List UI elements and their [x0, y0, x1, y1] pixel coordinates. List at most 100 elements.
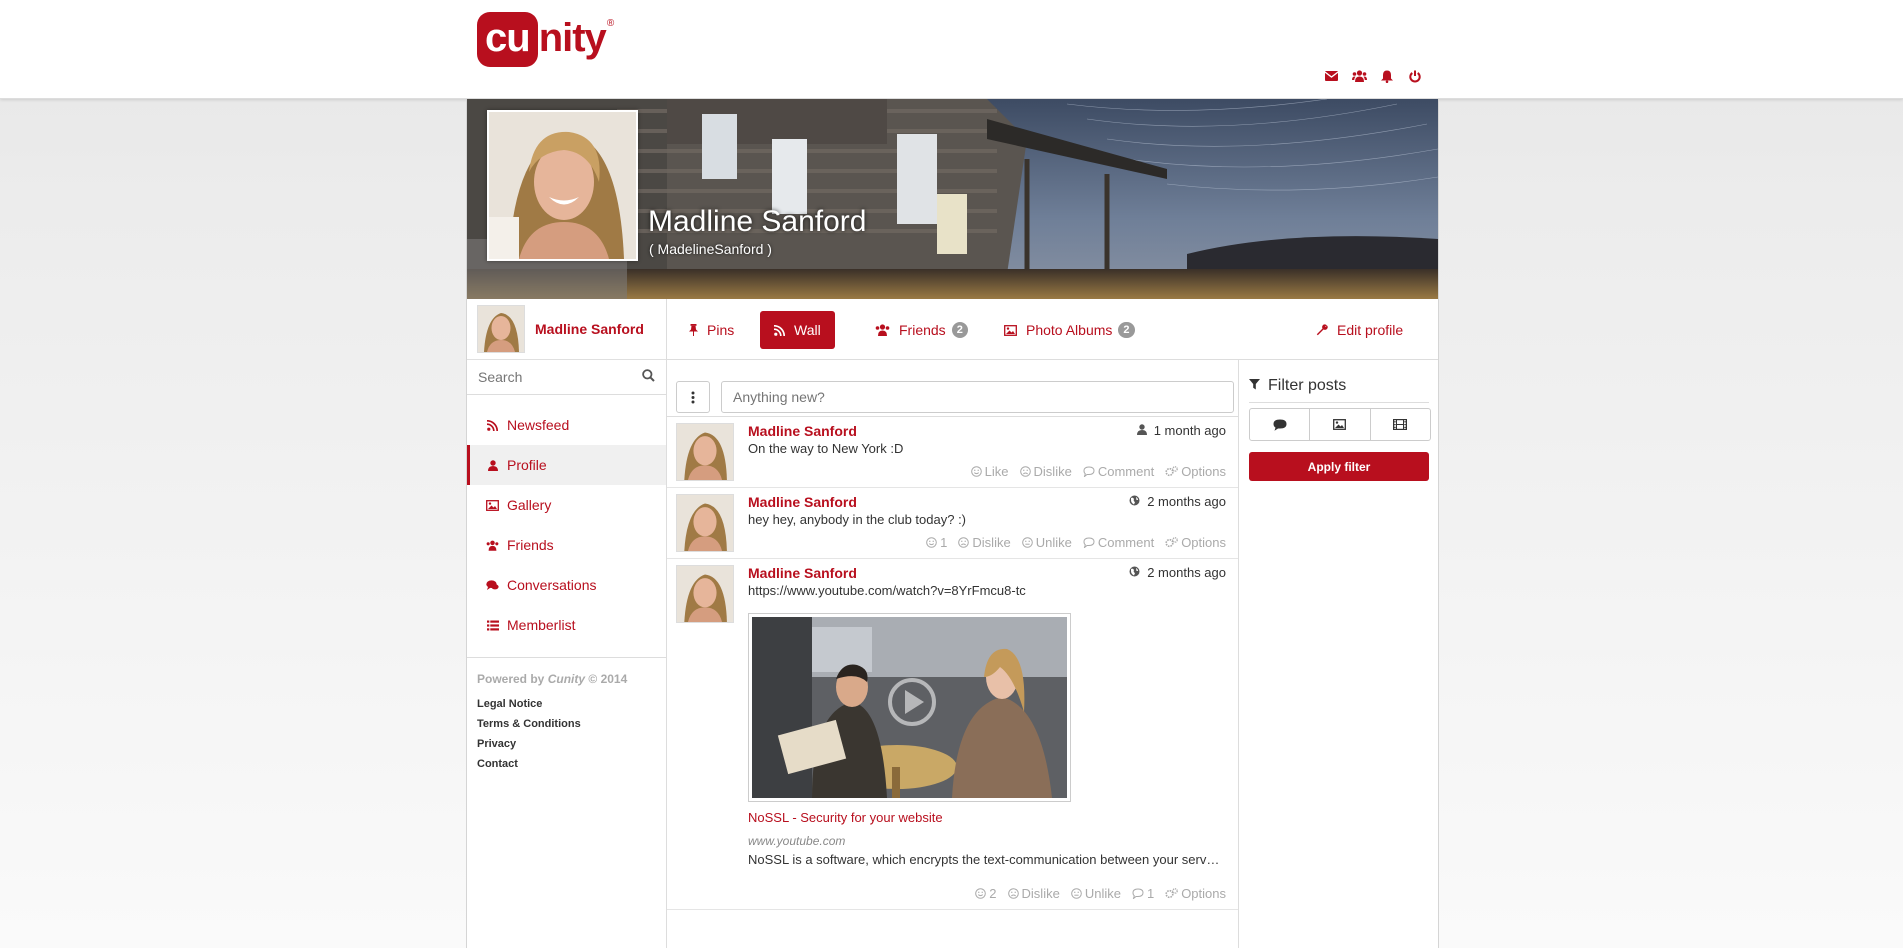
avatar[interactable] — [676, 423, 734, 481]
search-icon[interactable] — [642, 369, 655, 385]
header-icons — [1322, 68, 1424, 84]
filter-text-posts-button[interactable] — [1250, 409, 1311, 440]
smile-icon — [975, 888, 987, 899]
tab-friends[interactable]: Friends 2 — [861, 311, 982, 349]
avatar[interactable] — [676, 494, 734, 552]
post-author[interactable]: Madline Sanford — [748, 494, 857, 510]
profile-photo[interactable] — [487, 110, 638, 261]
dislike-button[interactable]: Dislike — [1007, 886, 1060, 901]
sidebar-user-name[interactable]: Madline Sanford — [535, 321, 644, 337]
dislike-button[interactable]: Dislike — [958, 535, 1011, 550]
filter-image-posts-button[interactable] — [1310, 409, 1371, 440]
comment-button[interactable]: Comment — [1083, 464, 1154, 479]
composer-options-button[interactable] — [676, 381, 710, 413]
logo-registered: ® — [606, 18, 615, 29]
video-thumbnail[interactable] — [748, 613, 1071, 802]
smile-icon — [926, 537, 937, 548]
gears-icon — [1165, 537, 1179, 548]
avatar[interactable] — [676, 565, 734, 623]
tab-pins[interactable]: Pins — [675, 311, 748, 349]
users-icon[interactable] — [1350, 68, 1368, 84]
frown-icon — [958, 537, 970, 548]
sidebar-item-friends[interactable]: Friends — [467, 525, 666, 565]
dislike-label: Dislike — [1021, 886, 1060, 901]
filter-video-posts-button[interactable] — [1371, 409, 1430, 440]
envelope-icon[interactable] — [1322, 68, 1340, 84]
ellipsis-vertical-icon — [691, 391, 695, 403]
wall-feed: Madline Sanford 1 month ago On the way t… — [667, 360, 1239, 948]
post-input[interactable] — [721, 381, 1234, 413]
sidebar-item-profile[interactable]: Profile — [467, 445, 666, 485]
comment-button[interactable]: Comment — [1083, 535, 1154, 550]
dislike-button[interactable]: Dislike — [1019, 464, 1072, 479]
sidebar-user[interactable]: Madline Sanford — [467, 299, 666, 360]
options-label: Options — [1181, 886, 1226, 901]
bell-icon[interactable] — [1378, 68, 1396, 84]
sidebar-item-gallery[interactable]: Gallery — [467, 485, 666, 525]
post-actions: Like Dislike Comment Options — [970, 464, 1226, 479]
options-button[interactable]: Options — [1165, 886, 1226, 901]
tab-wall[interactable]: Wall — [760, 311, 835, 349]
video-preview[interactable] — [752, 617, 1067, 798]
list-icon — [486, 620, 499, 631]
comments-icon — [486, 579, 499, 591]
video-site: www.youtube.com — [748, 834, 846, 848]
likes-count[interactable]: 2 — [975, 886, 997, 901]
power-icon[interactable] — [1406, 68, 1424, 84]
tab-label: Wall — [794, 322, 821, 338]
edit-profile-button[interactable]: Edit profile — [1302, 311, 1417, 349]
powered-brand[interactable]: Cunity — [548, 672, 585, 686]
likes-number: 2 — [989, 886, 997, 901]
gears-icon — [1165, 888, 1179, 899]
meh-icon — [1021, 537, 1033, 548]
cunity-logo[interactable]: cu nity ® — [477, 12, 614, 68]
options-button[interactable]: Options — [1165, 464, 1226, 479]
privacy-link[interactable]: Privacy — [477, 738, 656, 750]
comments-count[interactable]: 1 — [1132, 886, 1154, 901]
wrench-icon — [1316, 324, 1328, 336]
comments-number: 1 — [1146, 886, 1155, 901]
video-description: NoSSL is a software, which encrypts the … — [748, 852, 1224, 867]
apply-filter-button[interactable]: Apply filter — [1249, 452, 1429, 481]
post-timestamp: 1 month ago — [1153, 423, 1226, 438]
unlike-button[interactable]: Unlike — [1071, 886, 1121, 901]
logo-text: nity — [538, 16, 607, 60]
like-label: Like — [984, 464, 1009, 479]
likes-count[interactable]: 1 — [926, 535, 947, 550]
search-input[interactable] — [467, 368, 630, 386]
comment-icon — [1083, 466, 1095, 477]
post-timestamp: 2 months ago — [1147, 494, 1226, 509]
sidebar-nav: Newsfeed Profile Gallery Friends Convers… — [467, 405, 666, 645]
avatar[interactable] — [477, 305, 525, 353]
sidebar-item-newsfeed[interactable]: Newsfeed — [467, 405, 666, 445]
frown-icon — [1007, 888, 1019, 899]
contact-link[interactable]: Contact — [477, 758, 656, 770]
legal-notice-link[interactable]: Legal Notice — [477, 698, 656, 710]
likes-number: 1 — [940, 535, 948, 550]
like-button[interactable]: Like — [970, 464, 1009, 479]
image-icon — [1333, 419, 1347, 430]
tab-photo-albums[interactable]: Photo Albums 2 — [990, 311, 1149, 349]
meh-icon — [1071, 888, 1082, 899]
smile-icon — [970, 466, 982, 477]
powered-prefix: Powered by — [477, 672, 545, 686]
terms-link[interactable]: Terms & Conditions — [477, 718, 656, 730]
post-text: On the way to New York :D — [748, 441, 904, 456]
tab-label: Edit profile — [1337, 322, 1404, 338]
post-timestamp: 2 months ago — [1147, 565, 1226, 580]
image-icon — [486, 499, 499, 511]
post-author[interactable]: Madline Sanford — [748, 565, 857, 581]
post-link-text: https://www.youtube.com/watch?v=8YrFmcu8… — [748, 583, 1026, 598]
sidebar-item-memberlist[interactable]: Memberlist — [467, 605, 666, 645]
video-title-link[interactable]: NoSSL - Security for your website — [748, 810, 943, 825]
powered-suffix: © 2014 — [588, 672, 628, 686]
sidebar-item-label: Newsfeed — [507, 417, 570, 433]
post-item: Madline Sanford 1 month ago On the way t… — [667, 417, 1238, 488]
sidebar-item-conversations[interactable]: Conversations — [467, 565, 666, 605]
post-author[interactable]: Madline Sanford — [748, 423, 857, 439]
top-bar: cu nity ® — [0, 0, 1903, 99]
sidebar-item-label: Profile — [507, 457, 547, 473]
dislike-label: Dislike — [1033, 464, 1072, 479]
unlike-button[interactable]: Unlike — [1021, 535, 1072, 550]
options-button[interactable]: Options — [1165, 535, 1226, 550]
